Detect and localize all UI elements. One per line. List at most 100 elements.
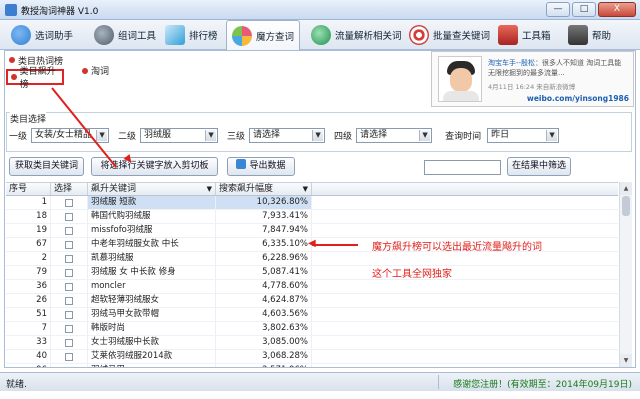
row-checkbox[interactable]	[65, 226, 73, 235]
row-growth: 6,228.96%	[216, 252, 312, 265]
level2-select[interactable]: 羽绒服 ▼	[140, 128, 219, 143]
tab-cube-search[interactable]: 魔方查词	[226, 20, 301, 51]
table-row[interactable]: 26 超软轻薄羽绒服女 4,624.87%	[6, 294, 618, 308]
get-keywords-button[interactable]: 获取类目关键词	[9, 157, 84, 176]
title-bar: 教授淘词神器 V1.0 — □ X	[0, 0, 640, 20]
scroll-thumb[interactable]	[622, 196, 630, 216]
row-checkbox[interactable]	[65, 282, 73, 291]
scroll-down-icon[interactable]: ▼	[620, 354, 632, 367]
profile-username[interactable]: 淘宝车手--殷松	[488, 59, 535, 67]
level1-label: 一级	[9, 132, 28, 142]
avatar	[438, 56, 482, 102]
chart-icon	[165, 25, 185, 45]
toolbox-icon	[498, 25, 518, 45]
row-growth: 4,603.56%	[216, 308, 312, 321]
table-header: 序号 选择 飙升关键词 ▼ 搜索飙升幅度 ▼	[6, 183, 618, 196]
level2-label: 二级	[118, 132, 137, 142]
table-row[interactable]: 18 韩国代购羽绒服 7,933.41%	[6, 210, 618, 224]
row-checkbox[interactable]	[65, 352, 73, 361]
table-scrollbar[interactable]: ▲ ▼	[619, 182, 632, 367]
col-header-no[interactable]: 序号	[6, 183, 51, 195]
row-select-cell	[51, 322, 88, 335]
tab-ranking[interactable]: 排行榜	[160, 21, 223, 49]
col-header-select[interactable]: 选择	[51, 183, 88, 195]
table-row[interactable]: 19 missfofo羽绒服 7,847.94%	[6, 224, 618, 238]
annotation-text-1: 魔方飙升榜可以选出最近流量飚升的词	[372, 242, 542, 253]
tab-batch-keywords[interactable]: 批量查关键词	[404, 21, 495, 49]
row-checkbox[interactable]	[65, 338, 73, 347]
status-text: 就绪.	[6, 380, 27, 390]
maximize-button[interactable]: □	[572, 2, 596, 17]
window-controls: — □ X	[546, 2, 636, 17]
row-select-cell	[51, 336, 88, 349]
tab-toolbox[interactable]: 工具箱	[493, 21, 556, 49]
table-row[interactable]: 96 羽绒马甲2,571.96%	[6, 364, 618, 367]
row-checkbox[interactable]	[65, 310, 73, 319]
table-row[interactable]: 40 艾莱依羽绒服2014款 3,068.28%	[6, 350, 618, 364]
level1-select[interactable]: 女装/女士精品 ▼	[31, 128, 110, 143]
level3-value: 请选择	[253, 130, 281, 140]
row-select-cell	[51, 266, 88, 279]
col-header-growth[interactable]: 搜索飙升幅度 ▼	[216, 183, 312, 195]
tab-label: 批量查关键词	[433, 31, 491, 42]
sub-tab-taoci[interactable]: 淘词	[82, 64, 109, 77]
row-checkbox[interactable]	[65, 240, 73, 249]
profile-url-link[interactable]: weibo.com/yinsong1986	[527, 94, 629, 103]
profile-meta: 4月11日 16:24 来自新浪微博	[488, 81, 575, 91]
col-header-keyword[interactable]: 飙升关键词 ▼	[88, 183, 216, 195]
level3-select[interactable]: 请选择 ▼	[249, 128, 326, 143]
row-growth: 5,087.41%	[216, 266, 312, 279]
query-time-select[interactable]: 昨日 ▼	[487, 128, 560, 143]
row-checkbox[interactable]	[65, 198, 73, 207]
query-time-label: 查询时间	[445, 132, 482, 142]
row-growth: 3,068.28%	[216, 350, 312, 363]
profile-post: 淘宝车手--殷松：很多人不知道 淘词工具能无限挖掘到的最多流量...	[488, 58, 628, 78]
row-checkbox[interactable]	[65, 324, 73, 333]
row-keyword: 中老年羽绒服女款 中长	[88, 238, 216, 251]
cube-icon	[232, 26, 252, 46]
row-number: 67	[6, 238, 51, 251]
category-rising-tab[interactable]: 类目飙升榜	[6, 67, 64, 90]
tab-word-combiner[interactable]: 组词工具	[89, 21, 161, 49]
row-number: 96	[6, 364, 51, 367]
row-growth: 2,571.96%	[216, 364, 312, 367]
table-row[interactable]: 33 女士羽绒服中长款 3,085.00%	[6, 336, 618, 350]
filter-in-results-button[interactable]: 在结果中筛选	[507, 157, 571, 176]
row-select-cell	[51, 196, 88, 209]
table-row[interactable]: 1 羽绒服 短款 10,326.80%	[6, 196, 618, 210]
export-data-button[interactable]: 导出数据	[227, 157, 295, 176]
table-row[interactable]: 36 moncler 4,778.60%	[6, 280, 618, 294]
help-icon	[568, 25, 588, 45]
level4-select[interactable]: 请选择 ▼	[356, 128, 433, 143]
row-keyword: 羽绒马甲	[88, 364, 216, 367]
row-number: 2	[6, 252, 51, 265]
row-checkbox[interactable]	[65, 366, 73, 367]
category-tabs: 类目热词榜 类目飙升榜	[6, 53, 76, 90]
minimize-button[interactable]: —	[546, 2, 570, 17]
tab-label: 帮助	[592, 31, 612, 42]
row-checkbox[interactable]	[65, 254, 73, 263]
bullet-icon	[9, 57, 15, 63]
filter-search-input[interactable]	[424, 160, 501, 175]
level4-label: 四级	[334, 132, 353, 142]
row-select-cell	[51, 252, 88, 265]
row-checkbox[interactable]	[65, 296, 73, 305]
table-row[interactable]: 51 羽绒马甲女款带帽 4,603.56%	[6, 308, 618, 322]
scroll-up-icon[interactable]: ▲	[620, 182, 632, 195]
row-growth: 3,802.63%	[216, 322, 312, 335]
tab-help[interactable]: 帮助	[563, 21, 616, 49]
row-checkbox[interactable]	[65, 212, 73, 221]
table-row[interactable]: 2 凯慕羽绒服 6,228.96%	[6, 252, 618, 266]
col-header-keyword-label: 飙升关键词	[91, 184, 137, 194]
table-row[interactable]: 7 韩版时尚 3,802.63%	[6, 322, 618, 336]
row-checkbox[interactable]	[65, 268, 73, 277]
close-button[interactable]: X	[598, 2, 636, 17]
annotation-arrow-line	[312, 244, 358, 246]
row-select-cell	[51, 224, 88, 237]
tab-word-assistant[interactable]: 选词助手	[6, 21, 78, 49]
query-time-value: 昨日	[491, 130, 510, 140]
table-body: 1 羽绒服 短款 10,326.80% 18 韩国代购羽绒服 7,933.41% 19 mis…	[6, 196, 618, 367]
row-growth: 10,326.80%	[216, 196, 312, 209]
table-row[interactable]: 79 羽绒服 女 中长款 修身 5,087.41%	[6, 266, 618, 280]
tab-traffic-analysis[interactable]: 流量解析相关词	[306, 21, 407, 49]
